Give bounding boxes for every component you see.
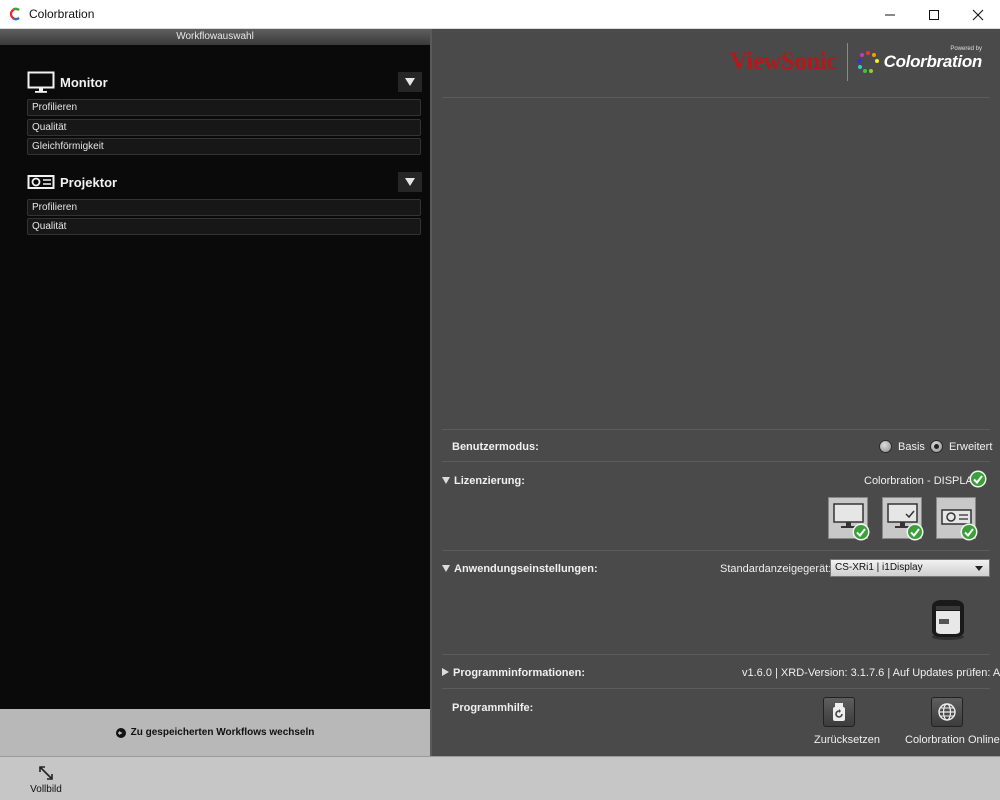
reset-label[interactable]: Zurücksetzen	[814, 734, 880, 746]
check-icon	[906, 523, 924, 541]
divider	[442, 429, 990, 430]
triangle-down-icon	[405, 178, 415, 186]
default-device-select[interactable]: CS-XRi1 | i1Display	[830, 559, 990, 577]
license-status: Colorbration - DISPLAY	[864, 475, 980, 487]
app-window: Colorbration Workflowauswahl Monitor Pro…	[0, 0, 1000, 800]
colorbration-wordmark: Powered by Colorbration	[883, 46, 983, 72]
maximize-button[interactable]	[912, 0, 956, 29]
licensing-label-text: Lizenzierung:	[454, 475, 525, 487]
basis-radio[interactable]	[879, 440, 892, 453]
maximize-icon	[929, 9, 939, 20]
workflow-selection-pane: Workflowauswahl Monitor Profilieren Qual…	[0, 29, 432, 756]
erweitert-radio[interactable]	[930, 440, 943, 453]
minimize-button[interactable]	[868, 0, 912, 29]
close-icon	[972, 9, 984, 20]
brand-separator	[846, 43, 848, 81]
colorbration-logo-icon	[856, 51, 879, 73]
monitor-profile-item[interactable]: Profilieren	[27, 99, 421, 116]
projector-profile-item[interactable]: Profilieren	[27, 199, 421, 216]
app-settings-label-text: Anwendungseinstellungen:	[454, 563, 598, 575]
app-settings-label[interactable]: Anwendungseinstellungen:	[442, 563, 598, 575]
saved-workflows-button[interactable]: Zu gespeicherten Workflows wechseln	[0, 709, 430, 756]
dropdown-arrow-icon	[975, 566, 983, 571]
viewsonic-logo: ViewSonic	[729, 48, 838, 75]
divider	[442, 461, 990, 462]
check-icon	[960, 523, 978, 541]
fullscreen-label: Vollbild	[30, 784, 62, 795]
divider	[442, 654, 990, 655]
program-info-value: v1.6.0 | XRD-Version: 3.1.7.6 | Auf Upda…	[742, 667, 1000, 679]
program-info-label[interactable]: Programminformationen:	[442, 667, 585, 679]
brand-area: ViewSonic Powered by Colorbration	[730, 43, 982, 81]
licensing-label[interactable]: Lizenzierung:	[442, 475, 525, 487]
monitor-section-header: Monitor	[27, 71, 108, 93]
colorbration-online-label[interactable]: Colorbration Online	[905, 734, 1000, 746]
globe-icon	[938, 703, 956, 721]
user-mode-label: Benutzermodus:	[452, 441, 539, 453]
monitor-quality-item[interactable]: Qualität	[27, 119, 421, 136]
projector-icon	[27, 175, 55, 189]
divider	[442, 97, 990, 98]
license-monitor-quality-tile	[882, 497, 924, 541]
reset-icon	[833, 703, 845, 721]
workflow-header: Workflowauswahl	[0, 29, 430, 45]
projector-quality-item[interactable]: Qualität	[27, 218, 421, 235]
fullscreen-icon	[39, 766, 53, 780]
colorbration-online-button[interactable]	[931, 697, 963, 727]
triangle-down-icon	[442, 564, 450, 572]
fullscreen-button[interactable]: Vollbild	[26, 765, 66, 795]
triangle-down-icon	[405, 78, 415, 86]
license-monitor-tile	[828, 497, 870, 541]
settings-pane: ViewSonic Powered by Colorbration Benutz…	[432, 29, 1000, 756]
colorbration-text: Colorbration	[883, 52, 983, 71]
window-controls	[868, 0, 1000, 29]
projector-section-header: Projektor	[27, 171, 117, 193]
license-projector-tile	[936, 497, 978, 541]
check-icon	[852, 523, 870, 541]
powered-by-text: Powered by	[950, 46, 982, 52]
close-button[interactable]	[956, 0, 1000, 29]
window-title: Colorbration	[29, 7, 95, 21]
bottom-toolbar: Vollbild	[0, 756, 1000, 800]
triangle-down-icon	[442, 476, 450, 484]
projector-section-title: Projektor	[60, 174, 118, 190]
divider	[442, 550, 990, 551]
saved-workflows-label: Zu gespeicherten Workflows wechseln	[130, 727, 315, 738]
reset-button[interactable]	[823, 697, 855, 727]
program-help-label: Programmhilfe:	[452, 702, 534, 714]
triangle-right-icon	[442, 668, 449, 677]
divider	[442, 688, 990, 689]
monitor-section-title: Monitor	[60, 74, 108, 90]
monitor-uniformity-item[interactable]: Gleichförmigkeit	[27, 138, 421, 155]
monitor-collapse-button[interactable]	[398, 72, 422, 92]
check-icon	[969, 470, 987, 488]
projector-collapse-button[interactable]	[398, 172, 422, 192]
erweitert-radio-label: Erweitert	[949, 441, 993, 453]
colorimeter-device-icon	[932, 600, 964, 640]
default-device-label: Standardanzeigegerät:	[720, 563, 832, 575]
colorbration-logo-icon	[9, 7, 20, 21]
basis-radio-label: Basis	[898, 441, 925, 453]
arrow-right-circle-icon	[115, 727, 126, 738]
default-device-value: CS-XRi1 | i1Display	[835, 562, 923, 573]
title-bar: Colorbration	[0, 0, 1000, 29]
minimize-icon	[885, 14, 895, 15]
program-info-label-text: Programminformationen:	[453, 667, 586, 679]
monitor-icon	[27, 71, 55, 93]
